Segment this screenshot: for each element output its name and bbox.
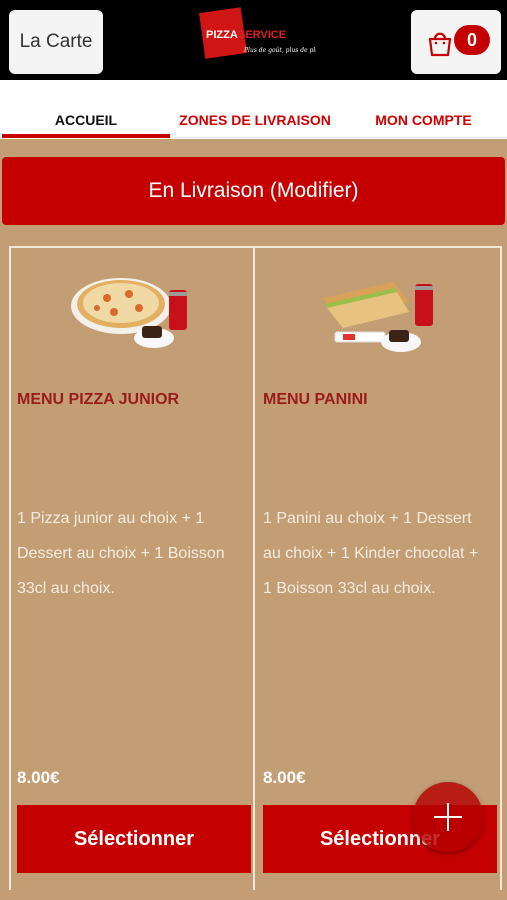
active-tab-indicator (2, 134, 170, 138)
select-button-label: Sélectionner (73, 827, 195, 850)
shopping-bag-icon (428, 32, 452, 57)
tab-accueil[interactable]: ACCUEIL (2, 112, 170, 128)
logo-graphic: PIZZA SERVICE Plus de goût, plus de plai… (199, 7, 332, 59)
product-price: 8.00€ (17, 768, 60, 787)
la-carte-button[interactable]: La Carte (9, 10, 103, 74)
delivery-mode-label: En Livraison (Modifier) (148, 179, 359, 202)
tab-mon-compte[interactable]: MON COMPTE (340, 112, 507, 128)
product-card-pizza-junior[interactable]: MENU PIZZA JUNIOR 1 Pizza junior au choi… (9, 246, 253, 890)
main-tabs: ACCUEIL ZONES DE LIVRAISON MON COMPTE (0, 80, 507, 138)
top-bar: La Carte PIZZA SERVICE Plus de goût, plu… (0, 0, 507, 80)
product-description: 1 Panini au choix + 1 Dessert au choix +… (263, 510, 479, 597)
cart-count-badge: 0 (454, 25, 490, 55)
pizza-menu-icon (71, 278, 187, 348)
pizza-service-logo[interactable]: PIZZA SERVICE Plus de goût, plus de plai… (196, 6, 332, 62)
la-carte-label: La Carte (19, 31, 93, 52)
product-description: 1 Pizza junior au choix + 1 Dessert au c… (17, 510, 225, 597)
cart-button[interactable]: 0 (411, 10, 501, 74)
select-button[interactable]: Sélectionner (17, 805, 251, 873)
delivery-mode-button[interactable]: En Livraison (Modifier) (2, 157, 505, 225)
panini-menu-icon (323, 282, 433, 352)
product-title: MENU PANINI (263, 391, 368, 408)
svg-text:PIZZA: PIZZA (206, 29, 238, 41)
svg-text:SERVICE: SERVICE (238, 29, 286, 41)
add-fab-button[interactable] (413, 782, 483, 852)
product-price: 8.00€ (263, 768, 306, 787)
product-title: MENU PIZZA JUNIOR (17, 391, 180, 408)
svg-text:Plus de goût, plus de plaisir!: Plus de goût, plus de plaisir! (243, 47, 316, 54)
tab-zones-de-livraison[interactable]: ZONES DE LIVRAISON (170, 112, 340, 128)
